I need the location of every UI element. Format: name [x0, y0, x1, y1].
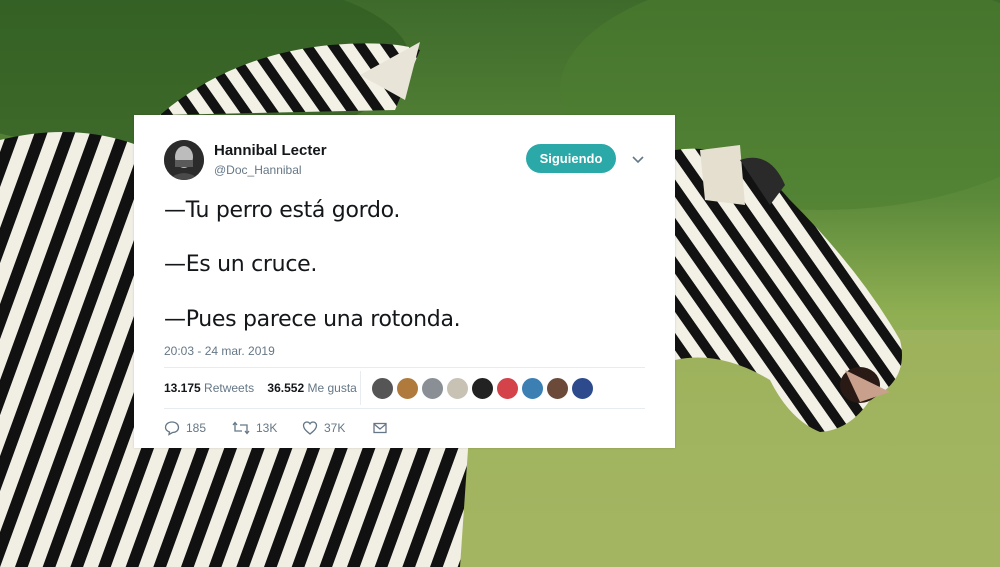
liker-avatar[interactable]: [521, 377, 544, 400]
tweet-text-line: —Pues parece una rotonda.: [164, 307, 461, 332]
retweets-label[interactable]: Retweets: [204, 381, 254, 395]
like-button[interactable]: 37K: [302, 420, 345, 436]
avatar[interactable]: [164, 140, 204, 180]
retweets-count[interactable]: 13.175: [164, 381, 201, 395]
divider: [164, 408, 645, 409]
following-button[interactable]: Siguiendo: [526, 144, 616, 173]
avatar-image: [164, 140, 204, 180]
liker-avatar[interactable]: [546, 377, 569, 400]
liker-avatar[interactable]: [396, 377, 419, 400]
likes-count[interactable]: 36.552: [267, 381, 304, 395]
retweet-icon: [232, 421, 250, 435]
divider: [164, 367, 645, 368]
tweet-card: Hannibal Lecter @Doc_Hannibal Siguiendo …: [134, 115, 675, 448]
liker-avatar[interactable]: [496, 377, 519, 400]
like-count: 37K: [324, 421, 346, 435]
liker-avatar[interactable]: [446, 377, 469, 400]
author-name[interactable]: Hannibal Lecter: [214, 142, 327, 159]
direct-message-button[interactable]: [372, 420, 394, 436]
reply-button[interactable]: 185: [164, 420, 206, 436]
reply-count: 185: [186, 421, 207, 435]
retweet-count: 13K: [256, 421, 278, 435]
tweet-text-line: —Es un cruce.: [164, 252, 318, 277]
retweet-button[interactable]: 13K: [232, 420, 277, 436]
heart-icon: [302, 421, 318, 435]
likes-label[interactable]: Me gusta: [307, 381, 356, 395]
message-icon: [373, 422, 387, 434]
liker-avatar[interactable]: [471, 377, 494, 400]
stats-separator: [360, 371, 361, 405]
author-handle[interactable]: @Doc_Hannibal: [214, 163, 302, 177]
tweet-timestamp[interactable]: 20:03 - 24 mar. 2019: [164, 344, 275, 358]
chevron-down-icon[interactable]: [631, 153, 645, 167]
liker-avatar[interactable]: [371, 377, 394, 400]
liker-avatar[interactable]: [421, 377, 444, 400]
tweet-stats: 13.175 Retweets 36.552 Me gusta: [164, 381, 357, 395]
liker-avatar[interactable]: [571, 377, 594, 400]
tweet-text-line: —Tu perro está gordo.: [164, 198, 401, 223]
reply-icon: [164, 421, 180, 436]
